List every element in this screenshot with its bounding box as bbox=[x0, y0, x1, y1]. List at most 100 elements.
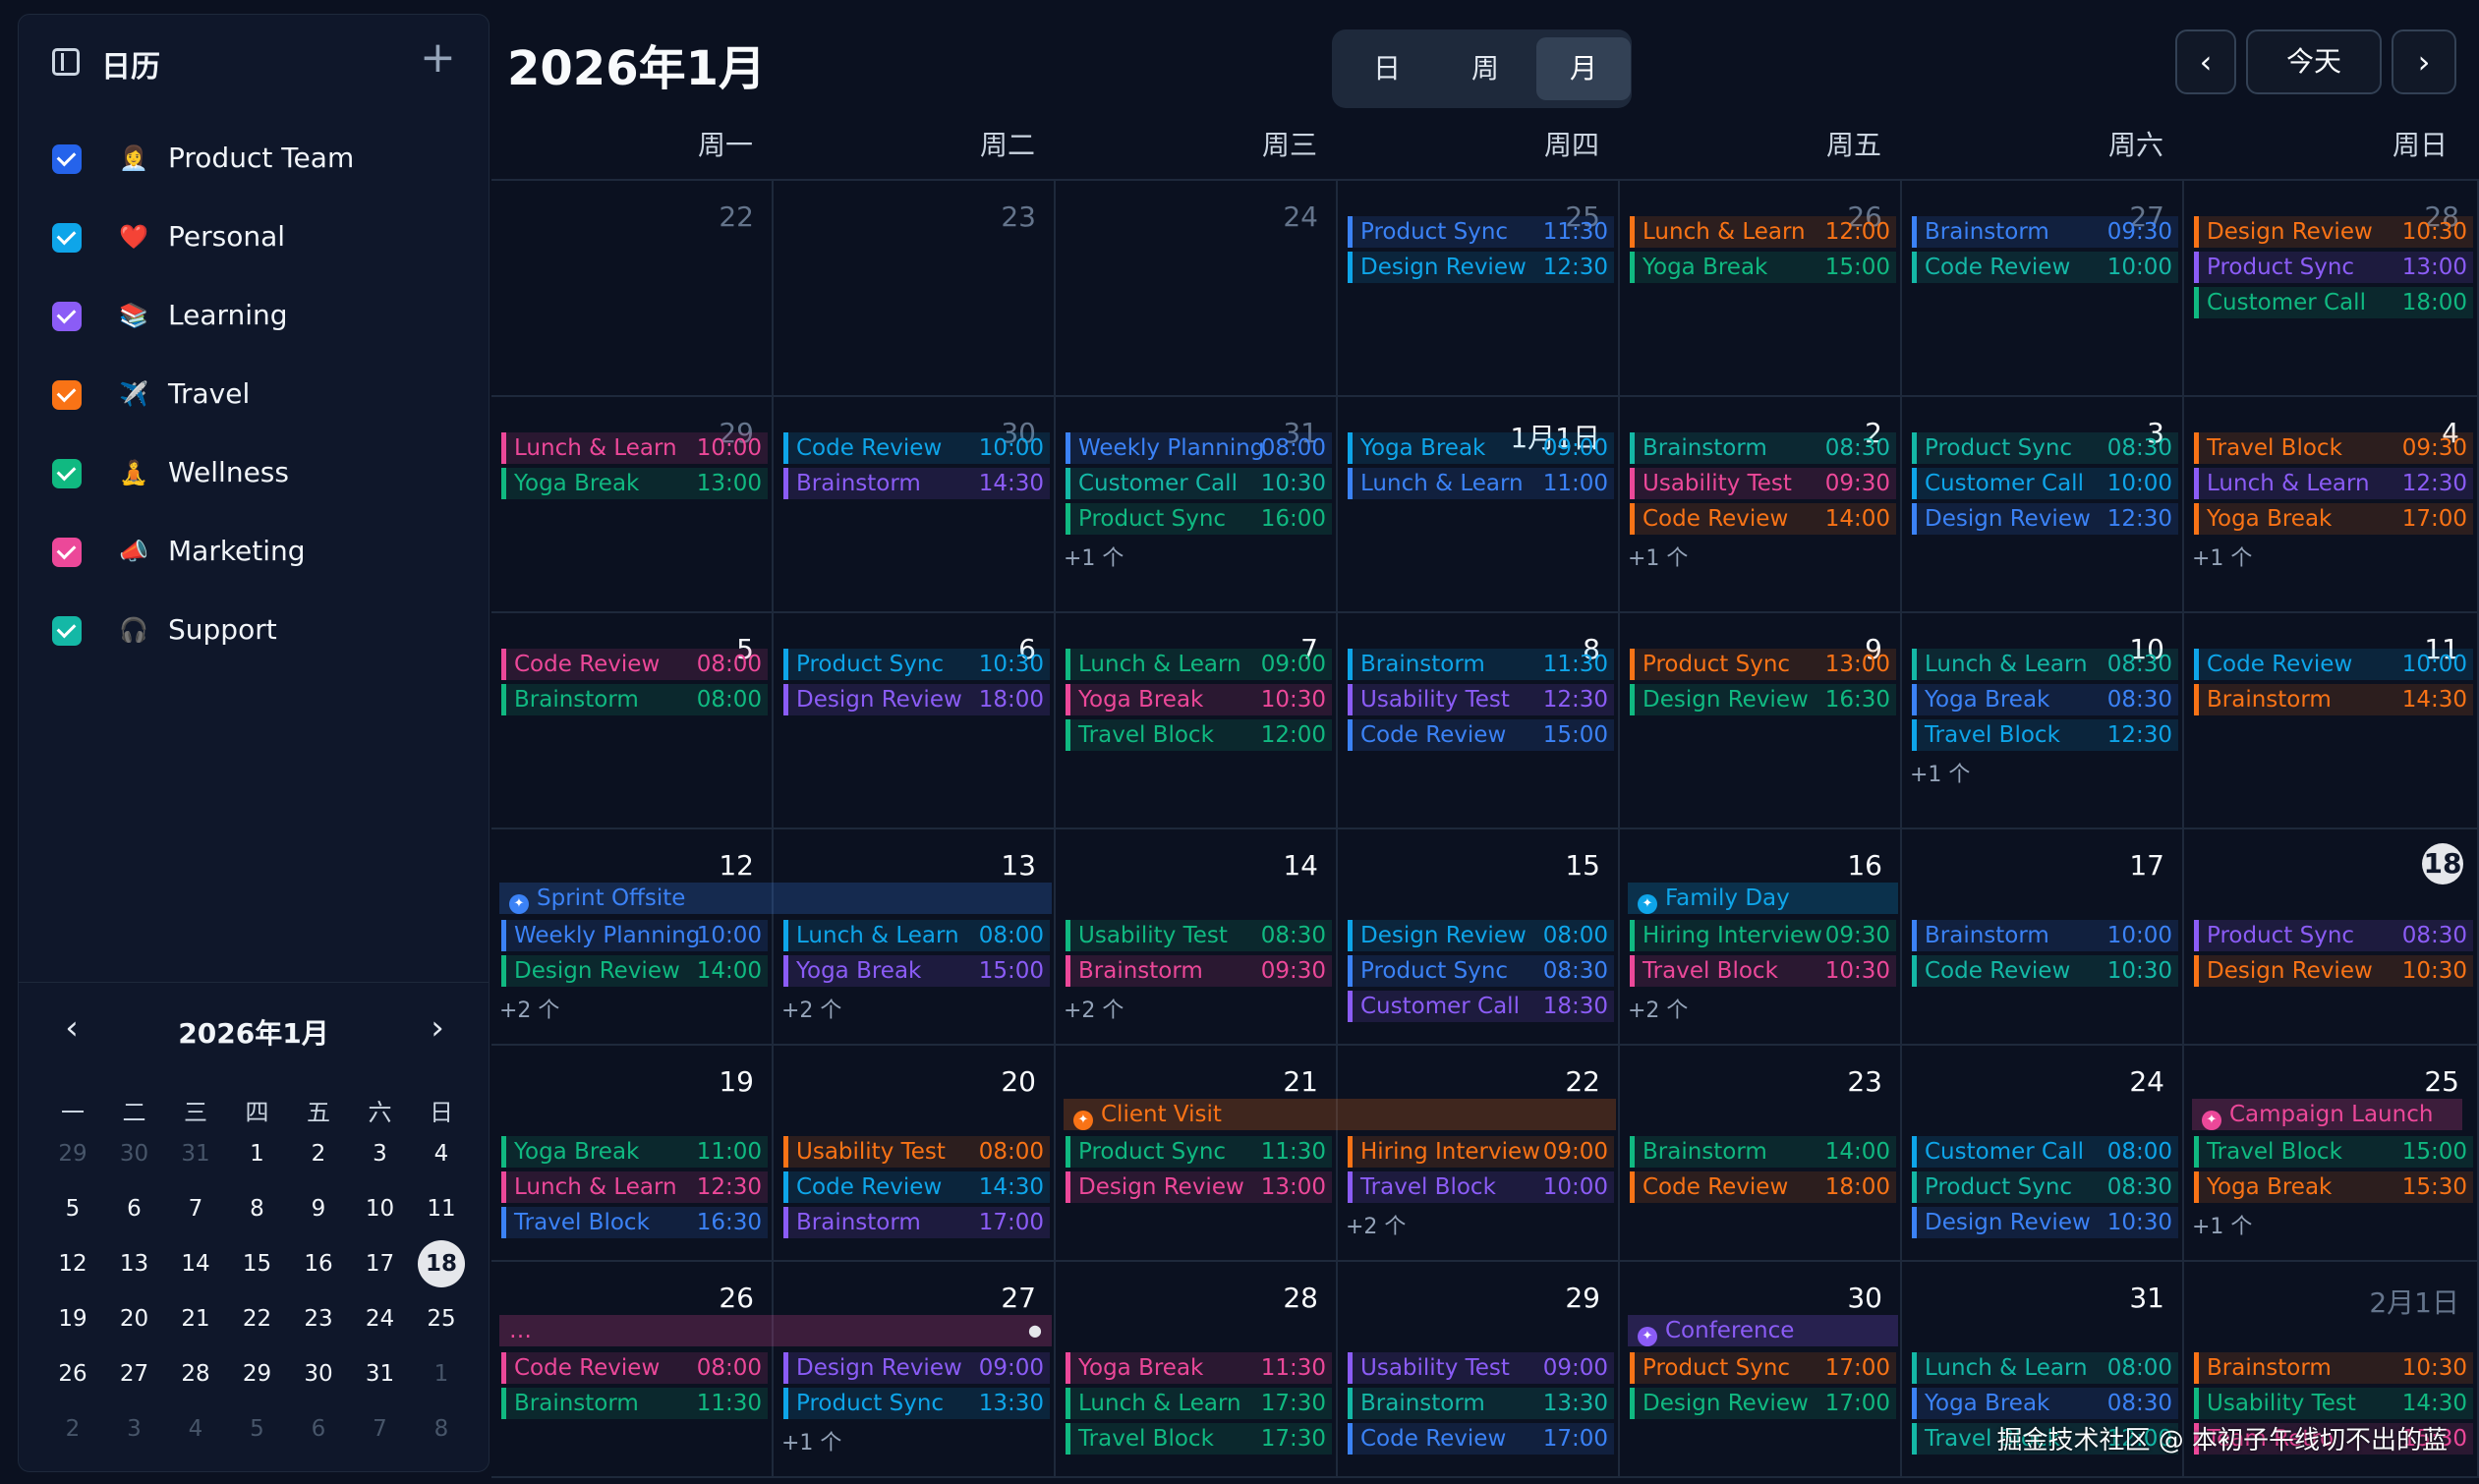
more-events-link[interactable]: +1 个 bbox=[781, 1425, 841, 1456]
event-chip[interactable]: Yoga Break 15:00 bbox=[1630, 252, 1896, 283]
event-chip[interactable]: Brainstorm 09:30 bbox=[1066, 955, 1332, 987]
mini-day[interactable]: 29 bbox=[234, 1350, 281, 1398]
more-events-link[interactable]: +1 个 bbox=[2192, 541, 2252, 572]
more-events-link[interactable]: +1 个 bbox=[1064, 541, 1124, 572]
next-button[interactable]: › bbox=[2392, 29, 2456, 94]
event-chip[interactable]: Customer Call 18:00 bbox=[2194, 287, 2473, 318]
event-chip[interactable]: Usability Test 09:00 bbox=[1348, 1352, 1614, 1384]
more-events-link[interactable]: +2 个 bbox=[1628, 993, 1688, 1024]
event-chip[interactable]: Usability Test 08:00 bbox=[783, 1136, 1050, 1168]
day-cell[interactable]: 5 Code Review 08:00 Brainstorm 08:00 bbox=[491, 613, 774, 829]
event-chip[interactable]: Lunch & Learn 12:00 bbox=[1630, 216, 1896, 248]
day-cell[interactable]: 12 Weekly Planning 10:00 Design Review 14:00… bbox=[491, 829, 774, 1046]
event-chip[interactable]: Code Review 10:00 bbox=[2194, 649, 2473, 680]
mini-day[interactable]: 26 bbox=[49, 1350, 96, 1398]
calendar-item[interactable]: 📚 Learning bbox=[19, 282, 489, 351]
day-cell[interactable]: 27 Design Review 09:00 Product Sync 13:30 +1 … bbox=[774, 1262, 1056, 1478]
more-events-link[interactable]: +1 个 bbox=[1910, 757, 1970, 788]
event-chip[interactable]: Travel Block 16:30 bbox=[501, 1207, 768, 1238]
event-chip[interactable]: Design Review 17:00 bbox=[1630, 1388, 1896, 1419]
event-chip[interactable]: Lunch & Learn 09:00 bbox=[1066, 649, 1332, 680]
event-chip[interactable]: Product Sync 13:00 bbox=[1630, 649, 1896, 680]
event-chip[interactable]: Code Review 15:00 bbox=[1348, 719, 1614, 751]
mini-day[interactable]: 5 bbox=[49, 1185, 96, 1232]
event-chip[interactable]: Customer Call 18:30 bbox=[1348, 991, 1614, 1022]
event-chip[interactable]: Brainstorm 08:30 bbox=[1630, 432, 1896, 464]
mini-day[interactable]: 3 bbox=[357, 1130, 404, 1177]
calendar-item[interactable]: ✈️ Travel bbox=[19, 361, 489, 429]
day-cell[interactable]: 16 Hiring Interview 09:30 Travel Block 10:30… bbox=[1620, 829, 1902, 1046]
allday-event[interactable]: ✦ Client Visit bbox=[1064, 1099, 1616, 1130]
day-cell[interactable]: 20 Usability Test 08:00 Code Review 14:30 Bra… bbox=[774, 1046, 1056, 1262]
more-events-link[interactable]: +1 个 bbox=[2192, 1209, 2252, 1240]
day-cell[interactable]: 7 Lunch & Learn 09:00 Yoga Break 10:30 Travel… bbox=[1056, 613, 1338, 829]
mini-day[interactable]: 20 bbox=[111, 1295, 158, 1342]
event-chip[interactable]: Lunch & Learn 08:00 bbox=[783, 920, 1050, 951]
allday-event[interactable]: … ● bbox=[499, 1315, 1052, 1346]
day-cell[interactable]: 30 Code Review 10:00 Brainstorm 14:30 bbox=[774, 397, 1056, 613]
day-cell[interactable]: 3 Product Sync 08:30 Customer Call 10:00 Desi… bbox=[1902, 397, 2184, 613]
event-chip[interactable]: Lunch & Learn 12:30 bbox=[2194, 468, 2473, 499]
allday-event[interactable]: ✦ Campaign Launch bbox=[2192, 1099, 2462, 1130]
allday-event[interactable]: ✦ Family Day bbox=[1628, 883, 1898, 914]
event-chip[interactable]: Code Review 17:00 bbox=[1348, 1423, 1614, 1455]
event-chip[interactable]: Product Sync 11:30 bbox=[1348, 216, 1614, 248]
event-chip[interactable]: Design Review 13:00 bbox=[1066, 1171, 1332, 1203]
mini-day[interactable]: 6 bbox=[295, 1405, 342, 1453]
day-cell[interactable]: 28 Yoga Break 11:30 Lunch & Learn 17:30 Trave… bbox=[1056, 1262, 1338, 1478]
chevron-right-icon[interactable]: › bbox=[418, 1008, 457, 1048]
event-chip[interactable]: Code Review 10:30 bbox=[1912, 955, 2178, 987]
event-chip[interactable]: Brainstorm 11:30 bbox=[1348, 649, 1614, 680]
sidebar-toggle-icon[interactable] bbox=[52, 48, 80, 76]
more-events-link[interactable]: +1 个 bbox=[1628, 541, 1688, 572]
event-chip[interactable]: Design Review 18:00 bbox=[783, 684, 1050, 715]
event-chip[interactable]: Design Review 10:30 bbox=[1912, 1207, 2178, 1238]
event-chip[interactable]: Customer Call 10:30 bbox=[1066, 468, 1332, 499]
checkbox[interactable] bbox=[52, 459, 82, 488]
mini-day[interactable]: 6 bbox=[111, 1185, 158, 1232]
event-chip[interactable]: Code Review 18:00 bbox=[1630, 1171, 1896, 1203]
mini-day[interactable]: 1 bbox=[418, 1350, 465, 1398]
view-tab[interactable]: 周 bbox=[1438, 37, 1532, 100]
day-cell[interactable]: 31 Weekly Planning 08:00 Customer Call 10:30… bbox=[1056, 397, 1338, 613]
event-chip[interactable]: Travel Block 17:30 bbox=[1066, 1423, 1332, 1455]
event-chip[interactable]: Code Review 10:00 bbox=[783, 432, 1050, 464]
event-chip[interactable]: Yoga Break 08:30 bbox=[1912, 684, 2178, 715]
view-tab[interactable]: 月 bbox=[1536, 37, 1631, 100]
day-cell[interactable]: 6 Product Sync 10:30 Design Review 18:00 bbox=[774, 613, 1056, 829]
day-cell[interactable]: 30 Product Sync 17:00 Design Review 17:00 bbox=[1620, 1262, 1902, 1478]
calendar-item[interactable]: ❤️ Personal bbox=[19, 203, 489, 272]
event-chip[interactable]: Brainstorm 10:30 bbox=[2194, 1352, 2473, 1384]
event-chip[interactable]: Product Sync 17:00 bbox=[1630, 1352, 1896, 1384]
event-chip[interactable]: Brainstorm 11:30 bbox=[501, 1388, 768, 1419]
checkbox[interactable] bbox=[52, 538, 82, 567]
mini-day[interactable]: 21 bbox=[172, 1295, 219, 1342]
day-cell[interactable]: 22 bbox=[491, 181, 774, 397]
allday-event[interactable]: ✦ Sprint Offsite bbox=[499, 883, 1052, 914]
day-cell[interactable]: 29 Lunch & Learn 10:00 Yoga Break 13:00 bbox=[491, 397, 774, 613]
day-cell[interactable]: 23 Brainstorm 14:00 Code Review 18:00 bbox=[1620, 1046, 1902, 1262]
event-chip[interactable]: Lunch & Learn 08:00 bbox=[1912, 1352, 2178, 1384]
event-chip[interactable]: Product Sync 08:30 bbox=[1912, 1171, 2178, 1203]
day-cell[interactable]: 15 Design Review 08:00 Product Sync 08:30 Cus… bbox=[1338, 829, 1620, 1046]
day-cell[interactable]: 11 Code Review 10:00 Brainstorm 14:30 bbox=[2184, 613, 2479, 829]
more-events-link[interactable]: +2 个 bbox=[1064, 993, 1124, 1024]
checkbox[interactable] bbox=[52, 302, 82, 331]
event-chip[interactable]: Lunch & Learn 17:30 bbox=[1066, 1388, 1332, 1419]
mini-day[interactable]: 13 bbox=[111, 1240, 158, 1287]
day-cell[interactable]: 9 Product Sync 13:00 Design Review 16:30 bbox=[1620, 613, 1902, 829]
mini-day[interactable]: 3 bbox=[111, 1405, 158, 1453]
mini-day[interactable]: 5 bbox=[234, 1405, 281, 1453]
day-cell[interactable]: 17 Brainstorm 10:00 Code Review 10:30 bbox=[1902, 829, 2184, 1046]
day-cell[interactable]: 24 bbox=[1056, 181, 1338, 397]
day-cell[interactable]: 25 Product Sync 11:30 Design Review 12:30 bbox=[1338, 181, 1620, 397]
mini-day[interactable]: 31 bbox=[357, 1350, 404, 1398]
event-chip[interactable]: Travel Block 10:30 bbox=[1630, 955, 1896, 987]
event-chip[interactable]: Brainstorm 17:00 bbox=[783, 1207, 1050, 1238]
mini-day[interactable]: 7 bbox=[172, 1185, 219, 1232]
event-chip[interactable]: Yoga Break 09:00 bbox=[1348, 432, 1614, 464]
event-chip[interactable]: Travel Block 15:00 bbox=[2194, 1136, 2473, 1168]
event-chip[interactable]: Customer Call 08:00 bbox=[1912, 1136, 2178, 1168]
mini-day[interactable]: 31 bbox=[172, 1130, 219, 1177]
event-chip[interactable]: Yoga Break 15:30 bbox=[2194, 1171, 2473, 1203]
